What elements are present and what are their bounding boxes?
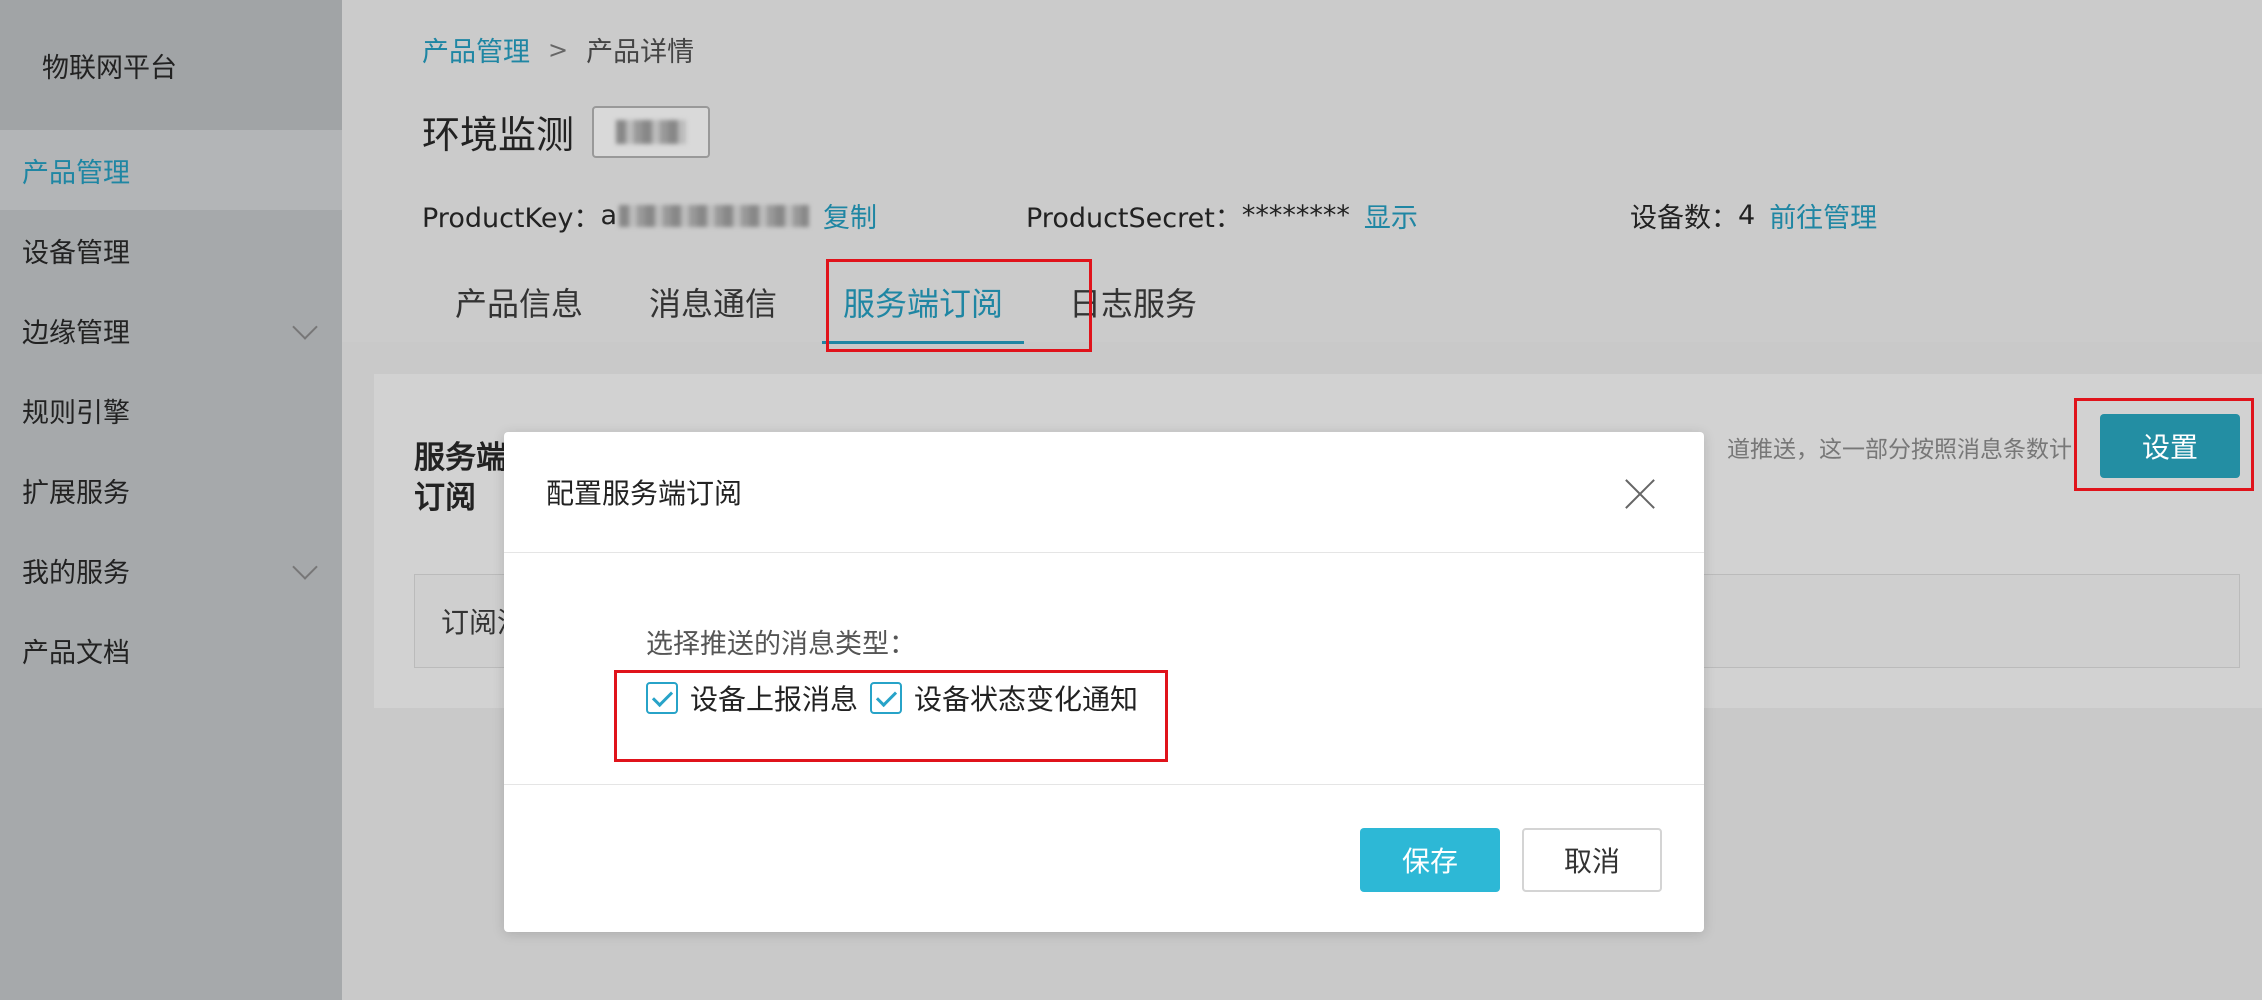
cancel-button[interactable]: 取消: [1522, 828, 1662, 892]
dialog-body: 选择推送的消息类型： 设备上报消息 设备状态变化通知: [504, 552, 1704, 785]
device-count-label: 设备数：: [1630, 203, 1738, 234]
chevron-down-icon: [292, 554, 318, 580]
product-secret-value: ********: [1241, 200, 1350, 231]
redacted-text: [619, 204, 810, 227]
tab-bar: 产品信息 消息通信 服务端订阅 日志服务: [422, 262, 1230, 344]
sidebar-item-label: 扩展服务: [22, 477, 130, 509]
settings-button[interactable]: 设置: [2100, 414, 2240, 478]
device-count-row: 设备数： 4 前往管理: [1630, 196, 1877, 235]
breadcrumb-current: 产品详情: [586, 37, 695, 68]
sidebar-item-label: 我的服务: [22, 557, 130, 589]
breadcrumb: 产品管理 > 产品详情: [422, 30, 694, 69]
checkbox-checked-icon[interactable]: [646, 682, 678, 714]
device-count-value: 4: [1738, 200, 1756, 231]
tab-messaging[interactable]: 消息通信: [616, 262, 810, 342]
dialog-footer: 保存 取消: [504, 784, 1704, 932]
option-label: 设备上报消息: [690, 683, 859, 716]
breadcrumb-link-products[interactable]: 产品管理: [422, 30, 530, 69]
option-device-status[interactable]: 设备状态变化通知: [870, 678, 1138, 718]
show-secret-link[interactable]: 显示: [1364, 196, 1418, 235]
sidebar-item-device-management[interactable]: 设备管理: [0, 210, 342, 290]
close-icon[interactable]: [1624, 478, 1656, 510]
sidebar-item-label: 产品管理: [22, 157, 130, 189]
page-title: 环境监测: [422, 113, 575, 157]
save-button[interactable]: 保存: [1360, 828, 1500, 892]
page-header: 产品管理 > 产品详情 环境监测 ProductKey： a 复制 Produc…: [342, 0, 2262, 344]
dialog-title: 配置服务端订阅: [546, 477, 743, 510]
option-label: 设备状态变化通知: [914, 683, 1139, 716]
sidebar-item-label: 边缘管理: [22, 317, 130, 349]
sidebar-item-extension-services[interactable]: 扩展服务: [0, 450, 342, 530]
product-secret-row: ProductSecret： ******** 显示: [1026, 196, 1418, 235]
message-type-options: 设备上报消息 设备状态变化通知: [646, 678, 1150, 718]
brand-title: 物联网平台: [0, 0, 342, 130]
sidebar-item-product-docs[interactable]: 产品文档: [0, 610, 342, 690]
tab-server-subscription[interactable]: 服务端订阅: [810, 262, 1036, 344]
product-key-label: ProductKey：: [422, 203, 601, 234]
message-type-label: 选择推送的消息类型：: [646, 629, 916, 660]
option-device-report[interactable]: 设备上报消息: [646, 678, 858, 718]
sidebar-item-label: 规则引擎: [22, 397, 130, 429]
tab-product-info[interactable]: 产品信息: [422, 262, 616, 342]
copy-link[interactable]: 复制: [823, 196, 877, 235]
chevron-down-icon: [292, 314, 318, 340]
sidebar-item-my-services[interactable]: 我的服务: [0, 530, 342, 610]
dialog-header: 配置服务端订阅: [504, 432, 1704, 553]
sidebar-item-edge-management[interactable]: 边缘管理: [0, 290, 342, 370]
product-type-badge: [592, 105, 711, 158]
chevron-right-icon: >: [548, 35, 569, 64]
title-row: 环境监测: [422, 104, 711, 159]
sidebar-item-rule-engine[interactable]: 规则引擎: [0, 370, 342, 450]
subscription-dialog: 配置服务端订阅 选择推送的消息类型： 设备上报消息 设备状态变化通知 保存 取消: [504, 432, 1704, 932]
sidebar-item-label: 设备管理: [22, 237, 130, 269]
manage-devices-link[interactable]: 前往管理: [1769, 196, 1877, 235]
checkbox-checked-icon[interactable]: [870, 682, 903, 714]
product-key-value: a: [600, 200, 618, 231]
sidebar-item-product-management[interactable]: 产品管理: [0, 130, 342, 210]
section-description: 道推送，这一部分按照消息条数计: [1727, 437, 2072, 463]
product-secret-label: ProductSecret：: [1026, 203, 1242, 234]
tab-log-service[interactable]: 日志服务: [1036, 262, 1230, 342]
sidebar: 物联网平台 产品管理 设备管理 边缘管理 规则引擎 扩展服务 我的服务 产品文档: [0, 0, 342, 1000]
sidebar-item-label: 产品文档: [22, 637, 130, 669]
product-key-row: ProductKey： a 复制: [422, 196, 877, 235]
redacted-text: [616, 119, 687, 144]
